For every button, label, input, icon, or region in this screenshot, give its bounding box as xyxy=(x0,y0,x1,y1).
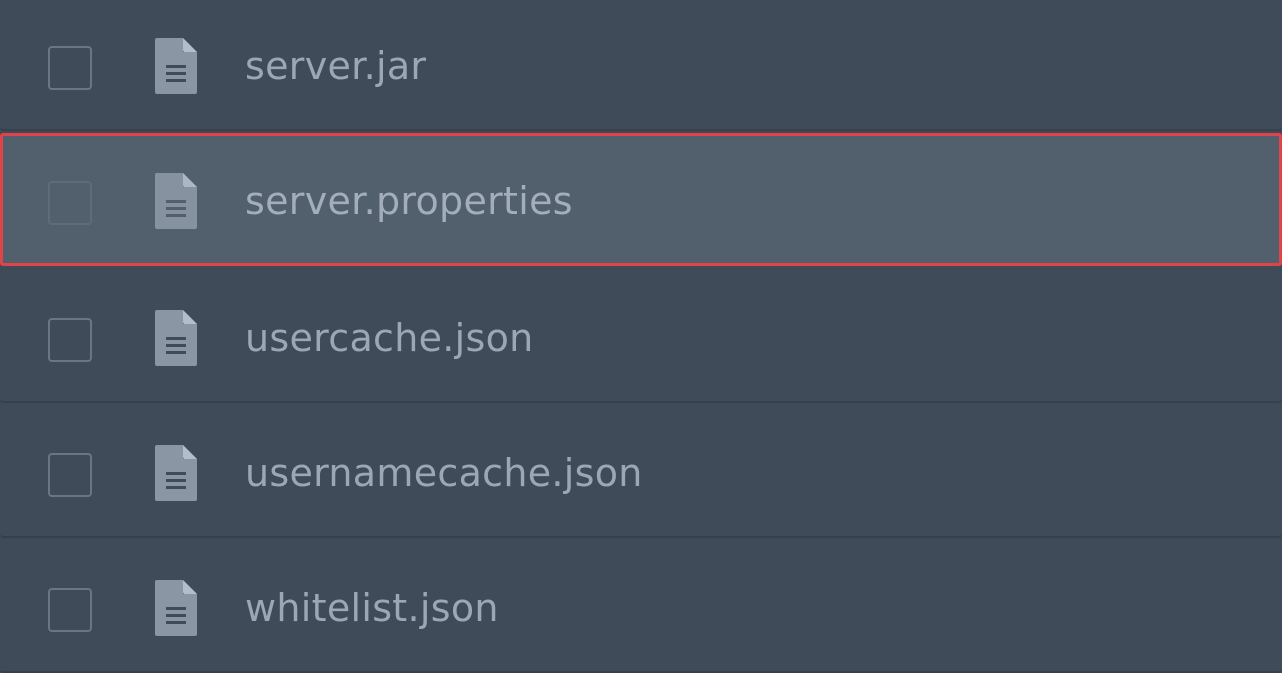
file-name: usernamecache.json xyxy=(245,451,643,495)
file-text-icon xyxy=(155,310,197,366)
select-checkbox[interactable] xyxy=(48,588,92,632)
file-row-usernamecache-json[interactable]: usernamecache.json xyxy=(0,405,1282,538)
file-row-server-properties[interactable]: server.properties xyxy=(0,133,1282,266)
select-checkbox[interactable] xyxy=(48,46,92,90)
file-text-icon xyxy=(155,38,197,94)
select-checkbox[interactable] xyxy=(48,181,92,225)
file-text-icon xyxy=(155,580,197,636)
file-row-whitelist-json[interactable]: whitelist.json xyxy=(0,540,1282,673)
select-checkbox[interactable] xyxy=(48,453,92,497)
file-row-usercache-json[interactable]: usercache.json xyxy=(0,270,1282,403)
file-text-icon xyxy=(155,445,197,501)
file-name: usercache.json xyxy=(245,316,534,360)
file-name: whitelist.json xyxy=(245,586,499,630)
file-list: server.jar server.properties usercache.j… xyxy=(0,0,1282,673)
file-name: server.jar xyxy=(245,44,427,88)
file-row-server-jar[interactable]: server.jar xyxy=(0,0,1282,131)
file-text-icon xyxy=(155,173,197,229)
select-checkbox[interactable] xyxy=(48,318,92,362)
file-name: server.properties xyxy=(245,179,573,223)
